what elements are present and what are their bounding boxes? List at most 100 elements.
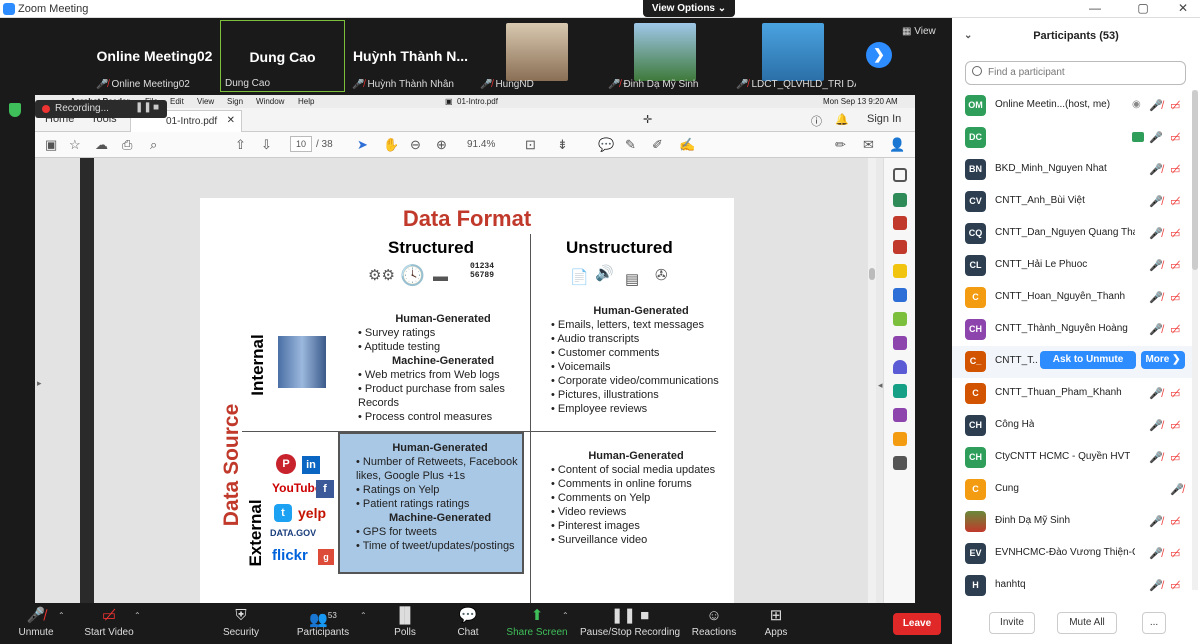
send-for-review-icon[interactable] [893, 288, 907, 302]
move-icon[interactable]: ✛ [643, 113, 652, 126]
pause-recording-icon[interactable]: ❚❚ [135, 102, 152, 113]
page-number-input[interactable]: 10 [290, 136, 312, 152]
mic-off-icon[interactable]: 🎤̸ [1170, 483, 1184, 496]
participant-row[interactable]: CH Công Hà 🎤̸ ▭̸ [952, 410, 1192, 442]
mic-off-icon[interactable]: 🎤̸ [1149, 163, 1163, 176]
apps-button[interactable]: ⊞ Apps [758, 603, 794, 644]
help-icon[interactable]: ⓘ [811, 113, 822, 129]
video-off-icon[interactable]: ▭̸ [1170, 163, 1180, 176]
participant-row[interactable]: CH CtyCNTT HCMC - Quyền HVT 🎤̸ ▭̸ [952, 442, 1192, 474]
fill-sign-tool-icon[interactable] [893, 336, 907, 350]
mac-menu-edit[interactable]: Edit [170, 97, 184, 106]
document-scrollbar[interactable] [868, 158, 876, 603]
mail-icon[interactable]: ✉ [863, 137, 874, 153]
more-tools-icon[interactable] [893, 456, 907, 470]
participant-row[interactable]: OM Online Meetin...(host, me) ◉ 🎤̸ ▭̸ [952, 90, 1192, 122]
participant-row[interactable]: DC 🎤 ▭̸ [952, 122, 1192, 154]
video-options-chevron-icon[interactable]: ⌃ [134, 611, 141, 620]
pause-stop-recording-button[interactable]: ❚❚ ■ Pause/Stop Recording [580, 603, 680, 644]
upload-icon[interactable]: ☁ [95, 137, 108, 153]
mic-on-icon[interactable]: 🎤 [1149, 131, 1163, 144]
scan-icon[interactable] [893, 384, 907, 398]
save-icon[interactable]: ▣ [45, 137, 57, 153]
participant-row[interactable]: C Cung 🎤̸ [952, 474, 1192, 506]
sign-in-link[interactable]: Sign In [867, 113, 901, 125]
more-button[interactable]: More ❯ [1141, 351, 1185, 369]
participant-list-scrollbar[interactable] [1192, 90, 1198, 590]
zoom-tool-icon[interactable] [893, 168, 907, 182]
scroll-mode-icon[interactable]: ⇟ [557, 137, 568, 153]
leave-button[interactable]: Leave [893, 613, 941, 635]
polls-button[interactable]: ▐▌ Polls [385, 603, 425, 644]
video-off-icon[interactable]: ▭̸ [1170, 131, 1180, 144]
mic-off-icon[interactable]: 🎤̸ [1149, 195, 1163, 208]
organize-pages-icon[interactable] [893, 216, 907, 230]
edit-icon[interactable]: ✏ [835, 137, 846, 153]
video-off-icon[interactable]: ▭̸ [1170, 547, 1180, 560]
video-off-icon[interactable]: ▭̸ [1170, 227, 1180, 240]
participant-row-hovered[interactable]: C_ CNTT_T... Ask to Unmute More ❯ [952, 346, 1192, 378]
participant-row[interactable]: EV EVNHCMC-Đào Vương Thiện-CV 🎤̸ ▭̸ [952, 538, 1192, 570]
compress-pdf-icon[interactable] [893, 312, 907, 326]
start-video-button[interactable]: ▭̸ Start Video [78, 603, 140, 644]
fill-sign-icon[interactable]: ✍ [679, 137, 695, 153]
video-thumbnail[interactable]: 🎤̸LDCT_QLVHLD_TRI DA... [732, 20, 857, 92]
participant-row[interactable]: Đinh Dạ Mỹ Sinh 🎤̸ ▭̸ [952, 506, 1192, 538]
participants-button[interactable]: 👥53 Participants [292, 603, 354, 644]
mute-all-button[interactable]: Mute All [1057, 612, 1117, 634]
participant-row[interactable]: C CNTT_Hoan_Nguyễn_Thanh 🎤̸ ▭̸ [952, 282, 1192, 314]
video-off-icon[interactable]: ▭̸ [1170, 451, 1180, 464]
video-off-icon[interactable]: ▭̸ [1170, 515, 1180, 528]
video-off-icon[interactable]: ▭̸ [1170, 323, 1180, 336]
zoom-out-icon[interactable]: ⊖ [410, 137, 421, 153]
star-icon[interactable]: ☆ [69, 137, 81, 153]
edit-tool-icon[interactable] [893, 408, 907, 422]
mic-off-icon[interactable]: 🎤̸ [1149, 291, 1163, 304]
minimize-icon[interactable]: — [1080, 1, 1110, 15]
mic-off-icon[interactable]: 🎤̸ [1149, 323, 1163, 336]
bell-icon[interactable]: 🔔 [835, 113, 849, 126]
more-options-button[interactable]: ... [1142, 612, 1166, 634]
stop-recording-icon[interactable]: ■ [153, 102, 159, 113]
print-icon[interactable]: ⎙ [122, 137, 132, 153]
mic-off-icon[interactable]: 🎤̸ [1149, 579, 1163, 592]
mic-off-icon[interactable]: 🎤̸ [1149, 227, 1163, 240]
fit-page-icon[interactable]: ⊡ [525, 137, 536, 153]
comment-tool-icon[interactable] [893, 264, 907, 278]
mic-off-icon[interactable]: 🎤̸ [1149, 99, 1163, 112]
participants-options-chevron-icon[interactable]: ⌃ [360, 611, 367, 620]
scrollbar-thumb[interactable] [1192, 90, 1198, 270]
audio-options-chevron-icon[interactable]: ⌃ [58, 611, 65, 620]
mic-off-icon[interactable]: 🎤̸ [1149, 515, 1163, 528]
participant-row[interactable]: CQ CNTT_Dan_Nguyen Quang Thai 🎤̸ ▭̸ [952, 218, 1192, 250]
video-off-icon[interactable]: ▭̸ [1170, 195, 1180, 208]
video-thumbnail-active-speaker[interactable]: Dung Cao Dung Cao [220, 20, 345, 92]
zoom-in-icon[interactable]: ⊕ [436, 137, 447, 153]
mic-off-icon[interactable]: 🎤̸ [1149, 547, 1163, 560]
mac-menu-help[interactable]: Help [298, 97, 314, 106]
security-button[interactable]: ⛨ Security [216, 603, 266, 644]
participant-row[interactable]: BN BKD_Minh_Nguyen Nhat 🎤̸ ▭̸ [952, 154, 1192, 186]
page-up-icon[interactable]: ⇧ [235, 137, 246, 153]
create-pdf-icon[interactable] [893, 240, 907, 254]
share-options-chevron-icon[interactable]: ⌃ [562, 611, 569, 620]
view-options-button[interactable]: View Options ⌄ [643, 0, 735, 17]
chat-button[interactable]: 💬 Chat [448, 603, 488, 644]
participant-search-input[interactable]: Find a participant [965, 61, 1186, 85]
scrollbar-thumb[interactable] [869, 268, 875, 280]
video-thumbnail[interactable]: Huỳnh Thành N... 🎤̸ Huỳnh Thành Nhân [348, 20, 473, 92]
close-icon[interactable]: ✕ [1168, 1, 1198, 15]
video-off-icon[interactable]: ▭̸ [1170, 419, 1180, 432]
participant-row[interactable]: CV CNTT_Anh_Bùi Việt 🎤̸ ▭̸ [952, 186, 1192, 218]
unmute-button[interactable]: 🎤̸ Unmute [12, 603, 60, 644]
mac-menu-sign[interactable]: Sign [227, 97, 243, 106]
next-thumbnails-button[interactable]: ❯ [866, 42, 892, 68]
video-off-icon[interactable]: ▭̸ [1170, 99, 1180, 112]
view-button[interactable]: ▦ View [902, 26, 936, 37]
video-off-icon[interactable]: ▭̸ [1170, 259, 1180, 272]
reactions-button[interactable]: ☺ Reactions [688, 603, 740, 644]
mic-off-icon[interactable]: 🎤̸ [1149, 259, 1163, 272]
video-thumbnail[interactable]: 🎤̸ HungND [476, 20, 601, 92]
video-thumbnail[interactable]: 🎤̸ Đinh Dạ Mỹ Sinh [604, 20, 729, 92]
security-shield-icon[interactable] [9, 103, 21, 117]
